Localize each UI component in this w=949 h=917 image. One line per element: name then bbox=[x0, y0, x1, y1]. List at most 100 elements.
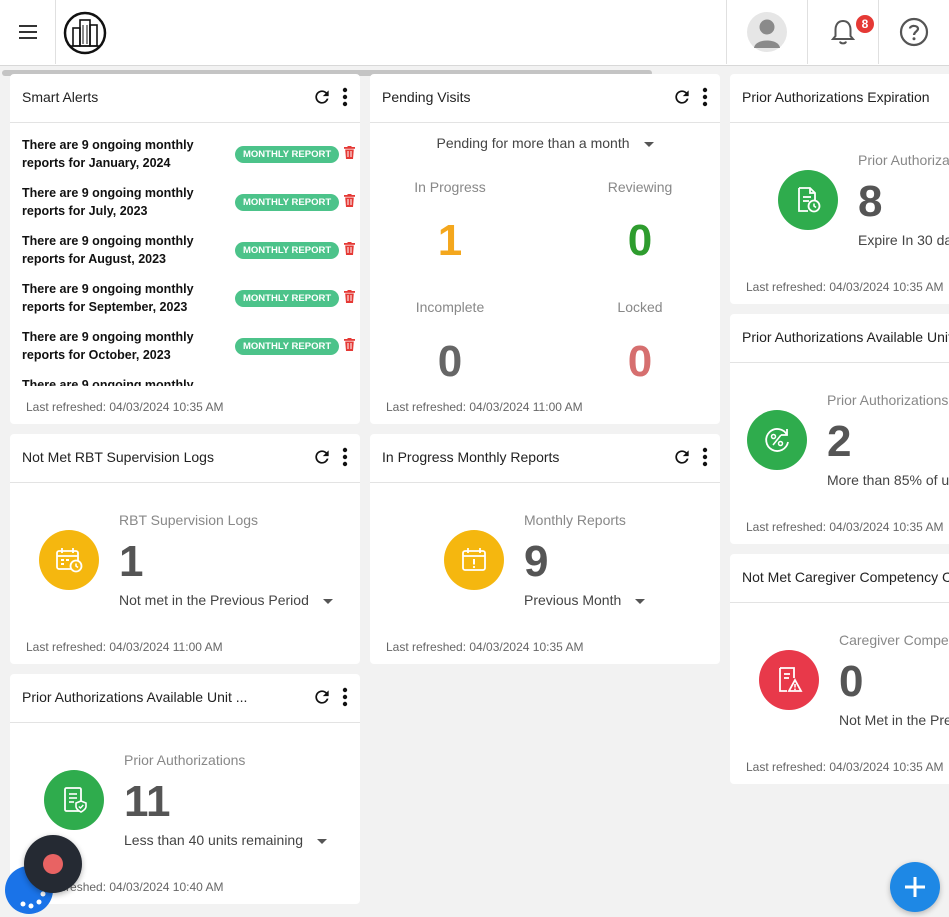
card-title: Prior Authorizations Available Unit ... bbox=[22, 689, 248, 705]
document-shield-icon bbox=[64, 787, 87, 813]
rbt-supervision-logs-card: Not Met RBT Supervision Logs RBT Supervi… bbox=[10, 434, 360, 664]
list-item[interactable]: There are 9 ongoing monthly reports for … bbox=[22, 280, 360, 328]
list-item[interactable]: There are 9 ongoing monthly reports for … bbox=[22, 136, 360, 184]
alert-text: There are 9 ongoing monthly bbox=[22, 378, 194, 386]
card-header: Smart Alerts bbox=[10, 74, 360, 123]
pending-visits-card: Pending Visits Pending for more than a m… bbox=[370, 74, 720, 424]
monthly-report-tag: MONTHLY REPORT bbox=[235, 242, 340, 259]
plus-icon bbox=[905, 877, 925, 897]
smart-alerts-card: Smart Alerts There are 9 ongoing monthly… bbox=[10, 74, 360, 424]
period-select[interactable]: Previous Month bbox=[524, 592, 646, 608]
reviewing-label: Reviewing bbox=[607, 179, 673, 195]
chevron-down-icon bbox=[643, 141, 654, 147]
monthly-report-tag: MONTHLY REPORT bbox=[235, 290, 340, 307]
incomplete-value[interactable]: 0 bbox=[380, 337, 520, 387]
menu-icon bbox=[18, 25, 37, 39]
card-header: Pending Visits bbox=[370, 74, 720, 123]
period-select[interactable]: Not met in the Previous Period bbox=[119, 592, 333, 608]
stat-value[interactable]: 8 bbox=[858, 180, 882, 224]
stat-value[interactable]: 0 bbox=[839, 660, 863, 704]
list-item[interactable]: There are 9 ongoing monthly reports for … bbox=[22, 328, 360, 376]
card-header: Prior Authorizations Available Unit ... bbox=[10, 674, 360, 723]
last-refreshed: Last refreshed: 04/03/2024 10:35 AM bbox=[386, 640, 584, 654]
more-vert-icon[interactable] bbox=[342, 687, 348, 707]
monthly-report-tag: MONTHLY REPORT bbox=[235, 194, 340, 211]
stat-sub: Not Met in the Pre bbox=[839, 712, 949, 728]
last-refreshed: Last refreshed: 04/03/2024 10:35 AM bbox=[746, 520, 944, 534]
stat-icon-circle bbox=[39, 530, 99, 590]
more-vert-icon[interactable] bbox=[702, 87, 708, 107]
stat-icon-circle bbox=[44, 770, 104, 830]
top-bar: 8 bbox=[0, 0, 949, 66]
stat-icon-circle bbox=[747, 410, 807, 470]
card-header: Prior Authorizations Expiration bbox=[730, 74, 949, 123]
card-header: Not Met Caregiver Competency Ch bbox=[730, 554, 949, 603]
stat-value[interactable]: 1 bbox=[119, 540, 143, 584]
stat-sub: Expire In 30 day bbox=[858, 232, 949, 248]
refresh-icon[interactable] bbox=[312, 447, 332, 467]
bell-icon bbox=[830, 19, 856, 45]
stat-icon-circle bbox=[759, 650, 819, 710]
stat-value[interactable]: 11 bbox=[124, 780, 171, 824]
trash-icon[interactable] bbox=[344, 194, 355, 207]
select-value: Less than 40 units remaining bbox=[124, 832, 303, 848]
stat-label: RBT Supervision Logs bbox=[119, 512, 259, 528]
trash-icon[interactable] bbox=[344, 242, 355, 255]
stat-icon-circle bbox=[444, 530, 504, 590]
list-item[interactable]: There are 9 ongoing monthly bbox=[22, 376, 360, 386]
trash-icon[interactable] bbox=[344, 146, 355, 159]
refresh-icon[interactable] bbox=[312, 87, 332, 107]
card-header: In Progress Monthly Reports bbox=[370, 434, 720, 483]
alert-text: There are 9 ongoing monthly reports for … bbox=[22, 282, 194, 314]
card-title: Not Met RBT Supervision Logs bbox=[22, 449, 214, 465]
help-icon bbox=[899, 17, 929, 47]
stat-label: Prior Authorizations bbox=[124, 752, 246, 768]
refresh-icon[interactable] bbox=[672, 87, 692, 107]
locked-label: Locked bbox=[617, 299, 663, 315]
locked-value[interactable]: 0 bbox=[570, 337, 710, 387]
menu-button[interactable] bbox=[0, 0, 56, 64]
incomplete-label: Incomplete bbox=[415, 299, 485, 315]
alert-text: There are 9 ongoing monthly reports for … bbox=[22, 138, 194, 170]
percent-cycle-icon bbox=[765, 428, 789, 452]
calendar-clock-icon bbox=[56, 548, 83, 573]
more-vert-icon[interactable] bbox=[342, 447, 348, 467]
pending-filter-select[interactable]: Pending for more than a month bbox=[370, 135, 720, 151]
trash-icon[interactable] bbox=[344, 338, 355, 351]
refresh-icon[interactable] bbox=[312, 687, 332, 707]
alert-list[interactable]: There are 9 ongoing monthly reports for … bbox=[22, 136, 360, 386]
units-select[interactable]: Less than 40 units remaining bbox=[124, 832, 327, 848]
help-button[interactable] bbox=[878, 0, 949, 64]
reviewing-value[interactable]: 0 bbox=[570, 216, 710, 266]
caregiver-competency-card: Not Met Caregiver Competency Ch Caregive… bbox=[730, 554, 949, 784]
notification-badge: 8 bbox=[854, 13, 876, 35]
user-avatar-button[interactable] bbox=[726, 0, 807, 64]
last-refreshed: Last refreshed: 04/03/2024 10:35 AM bbox=[746, 280, 944, 294]
notifications-button[interactable]: 8 bbox=[807, 0, 878, 64]
in-progress-value[interactable]: 1 bbox=[380, 216, 520, 266]
trash-icon[interactable] bbox=[344, 290, 355, 303]
alert-text: There are 9 ongoing monthly reports for … bbox=[22, 234, 194, 266]
select-value: Previous Month bbox=[524, 592, 622, 608]
stat-value[interactable]: 2 bbox=[827, 420, 851, 464]
card-title: Not Met Caregiver Competency Ch bbox=[742, 569, 949, 585]
document-warning-icon bbox=[779, 667, 803, 692]
card-title: Prior Authorizations Expiration bbox=[742, 89, 930, 105]
chevron-down-icon bbox=[322, 598, 333, 604]
card-title: Smart Alerts bbox=[22, 89, 99, 105]
refresh-icon[interactable] bbox=[672, 447, 692, 467]
alert-text: There are 9 ongoing monthly reports for … bbox=[22, 186, 194, 218]
stat-label: Prior Authorizations bbox=[827, 392, 949, 408]
record-button[interactable] bbox=[24, 835, 82, 893]
pa-expiration-card: Prior Authorizations Expiration Prior Au… bbox=[730, 74, 949, 304]
more-vert-icon[interactable] bbox=[702, 447, 708, 467]
list-item[interactable]: There are 9 ongoing monthly reports for … bbox=[22, 184, 360, 232]
stat-label: Prior Authorizati bbox=[858, 152, 949, 168]
building-logo[interactable] bbox=[62, 10, 108, 56]
alert-text: There are 9 ongoing monthly reports for … bbox=[22, 330, 194, 362]
monthly-report-tag: MONTHLY REPORT bbox=[235, 338, 340, 355]
stat-value[interactable]: 9 bbox=[524, 540, 548, 584]
list-item[interactable]: There are 9 ongoing monthly reports for … bbox=[22, 232, 360, 280]
add-button[interactable] bbox=[890, 862, 940, 912]
more-vert-icon[interactable] bbox=[342, 87, 348, 107]
